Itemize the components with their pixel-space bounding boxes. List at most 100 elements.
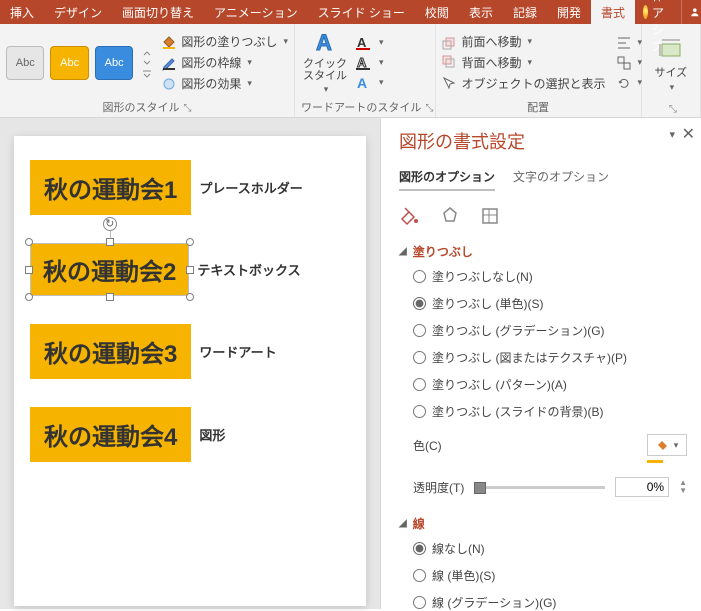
line-option-radio-0[interactable]	[413, 542, 426, 555]
collapse-line-icon[interactable]: ◢	[399, 518, 407, 529]
style-preset-3[interactable]: Abc	[95, 46, 133, 80]
fill-option-label-0: 塗りつぶしなし(N)	[432, 268, 533, 285]
tab-transitions[interactable]: 画面切り替え	[112, 0, 204, 24]
resize-handle-ne[interactable]	[186, 238, 194, 246]
fill-option-radio-1[interactable]	[413, 297, 426, 310]
fill-option-label-3: 塗りつぶし (図またはテクスチャ)(P)	[432, 349, 627, 366]
tab-animations[interactable]: アニメーション	[204, 0, 308, 24]
fill-option-radio-3[interactable]	[413, 351, 426, 364]
transparency-spin-down[interactable]: ▼	[679, 487, 687, 495]
pane-tab-shape-options[interactable]: 図形のオプション	[399, 168, 495, 191]
fill-option-0[interactable]: 塗りつぶしなし(N)	[413, 268, 687, 285]
fill-option-radio-4[interactable]	[413, 378, 426, 391]
text-outline-button[interactable]: A▾	[355, 55, 384, 71]
quick-styles-button[interactable]: A クイック スタイル▾	[301, 30, 349, 95]
fill-option-3[interactable]: 塗りつぶし (図またはテクスチャ)(P)	[413, 349, 687, 366]
effects-icon	[161, 76, 177, 92]
resize-handle-se[interactable]	[186, 293, 194, 301]
gallery-more-icon[interactable]	[141, 68, 153, 78]
pane-title: 図形の書式設定	[399, 128, 687, 154]
fill-option-label-4: 塗りつぶし (パターン)(A)	[432, 376, 567, 393]
line-option-1[interactable]: 線 (単色)(S)	[413, 567, 687, 584]
quick-styles-label: クイック スタイル	[303, 58, 347, 82]
tab-insert[interactable]: 挿入	[0, 0, 44, 24]
style-preset-2[interactable]: Abc	[50, 46, 88, 80]
pane-menu-icon[interactable]: ▾	[669, 128, 675, 141]
gallery-up-icon[interactable]	[141, 48, 153, 58]
line-option-0[interactable]: 線なし(N)	[413, 540, 687, 557]
fill-color-button[interactable]: ▾	[647, 434, 687, 456]
tell-me[interactable]: 操作アシス	[635, 0, 681, 24]
resize-handle-e[interactable]	[186, 266, 194, 274]
line-option-label-1: 線 (単色)(S)	[432, 567, 495, 584]
fill-line-category-icon[interactable]	[399, 205, 421, 227]
rotate-button[interactable]: ▾	[616, 75, 643, 91]
text-fill-button[interactable]: A▾	[355, 35, 384, 51]
selection-pane-button[interactable]: オブジェクトの選択と表示	[442, 75, 606, 92]
size-button[interactable]: サイズ▾	[648, 36, 694, 93]
tab-recording[interactable]: 記録	[503, 0, 547, 24]
style-preset-1[interactable]: Abc	[6, 46, 44, 80]
resize-handle-sw[interactable]	[25, 293, 33, 301]
ribbon-tabs: 挿入 デザイン 画面切り替え アニメーション スライド ショー 校閲 表示 記録…	[0, 0, 701, 24]
gallery-down-icon[interactable]	[141, 58, 153, 68]
fill-option-5[interactable]: 塗りつぶし (スライドの背景)(B)	[413, 403, 687, 420]
textbox-shape[interactable]: 秋の運動会2	[30, 243, 189, 296]
line-option-radio-1[interactable]	[413, 569, 426, 582]
size-launcher-icon[interactable]: ⤡	[669, 104, 677, 115]
fill-option-radio-0[interactable]	[413, 270, 426, 283]
bring-forward-icon	[442, 34, 458, 50]
share-button[interactable]: 共有	[681, 0, 701, 24]
rotate-handle-icon[interactable]	[103, 217, 117, 231]
shape-fill-button[interactable]: 図形の塗りつぶし▾	[161, 33, 288, 50]
pane-close-icon[interactable]: ✕	[682, 124, 695, 144]
svg-text:A: A	[357, 75, 367, 91]
collapse-fill-icon[interactable]: ◢	[399, 246, 407, 257]
align-button[interactable]: ▾	[616, 35, 643, 51]
pane-tab-text-options[interactable]: 文字のオプション	[513, 168, 609, 191]
tab-review[interactable]: 校閲	[415, 0, 459, 24]
resize-handle-w[interactable]	[25, 266, 33, 274]
rect-shape[interactable]: 秋の運動会4	[30, 407, 191, 462]
tab-view[interactable]: 表示	[459, 0, 503, 24]
fill-option-radio-5[interactable]	[413, 405, 426, 418]
tab-design[interactable]: デザイン	[44, 0, 112, 24]
placeholder-label: プレースホルダー	[199, 178, 302, 197]
send-backward-button[interactable]: 背面へ移動▾	[442, 54, 606, 71]
bring-forward-button[interactable]: 前面へ移動▾	[442, 33, 606, 50]
tab-developer[interactable]: 開発	[547, 0, 591, 24]
effects-category-icon[interactable]	[439, 205, 461, 227]
shape-effects-button[interactable]: 図形の効果▾	[161, 75, 288, 92]
group-button[interactable]: ▾	[616, 55, 643, 71]
tab-format[interactable]: 書式	[591, 0, 635, 24]
line-option-2[interactable]: 線 (グラデーション)(G)	[413, 594, 687, 611]
size-category-icon[interactable]	[479, 205, 501, 227]
transparency-input[interactable]	[615, 477, 669, 497]
wordart-shape[interactable]: 秋の運動会3	[30, 324, 191, 379]
fill-option-4[interactable]: 塗りつぶし (パターン)(A)	[413, 376, 687, 393]
group-shape-styles-label: 図形のスタイル	[102, 102, 179, 114]
selection-pane-icon	[442, 76, 458, 92]
wordart-launcher-icon[interactable]: ⤡	[425, 103, 433, 114]
send-backward-icon	[442, 55, 458, 71]
textbox-shape-selection[interactable]: 秋の運動会2	[30, 243, 189, 296]
fill-color-swatch	[647, 460, 663, 463]
slide-canvas[interactable]: 秋の運動会1 プレースホルダー 秋の運動会2 テキストボックス	[14, 136, 366, 606]
resize-handle-nw[interactable]	[25, 238, 33, 246]
fill-option-2[interactable]: 塗りつぶし (グラデーション)(G)	[413, 322, 687, 339]
shape-styles-launcher-icon[interactable]: ⤡	[183, 103, 191, 114]
tab-slideshow[interactable]: スライド ショー	[308, 0, 415, 24]
bulb-icon	[643, 5, 648, 19]
fill-section-title: 塗りつぶし	[413, 243, 473, 260]
transparency-slider[interactable]	[474, 486, 605, 489]
resize-handle-n[interactable]	[106, 238, 114, 246]
fill-color-label: 色(C)	[413, 437, 442, 454]
placeholder-shape[interactable]: 秋の運動会1	[30, 160, 191, 215]
svg-text:A: A	[316, 30, 332, 55]
resize-handle-s[interactable]	[106, 293, 114, 301]
fill-option-radio-2[interactable]	[413, 324, 426, 337]
shape-outline-button[interactable]: 図形の枠線▾	[161, 54, 288, 71]
line-option-radio-2[interactable]	[413, 596, 426, 609]
text-effects-button[interactable]: A▾	[355, 75, 384, 91]
fill-option-1[interactable]: 塗りつぶし (単色)(S)	[413, 295, 687, 312]
